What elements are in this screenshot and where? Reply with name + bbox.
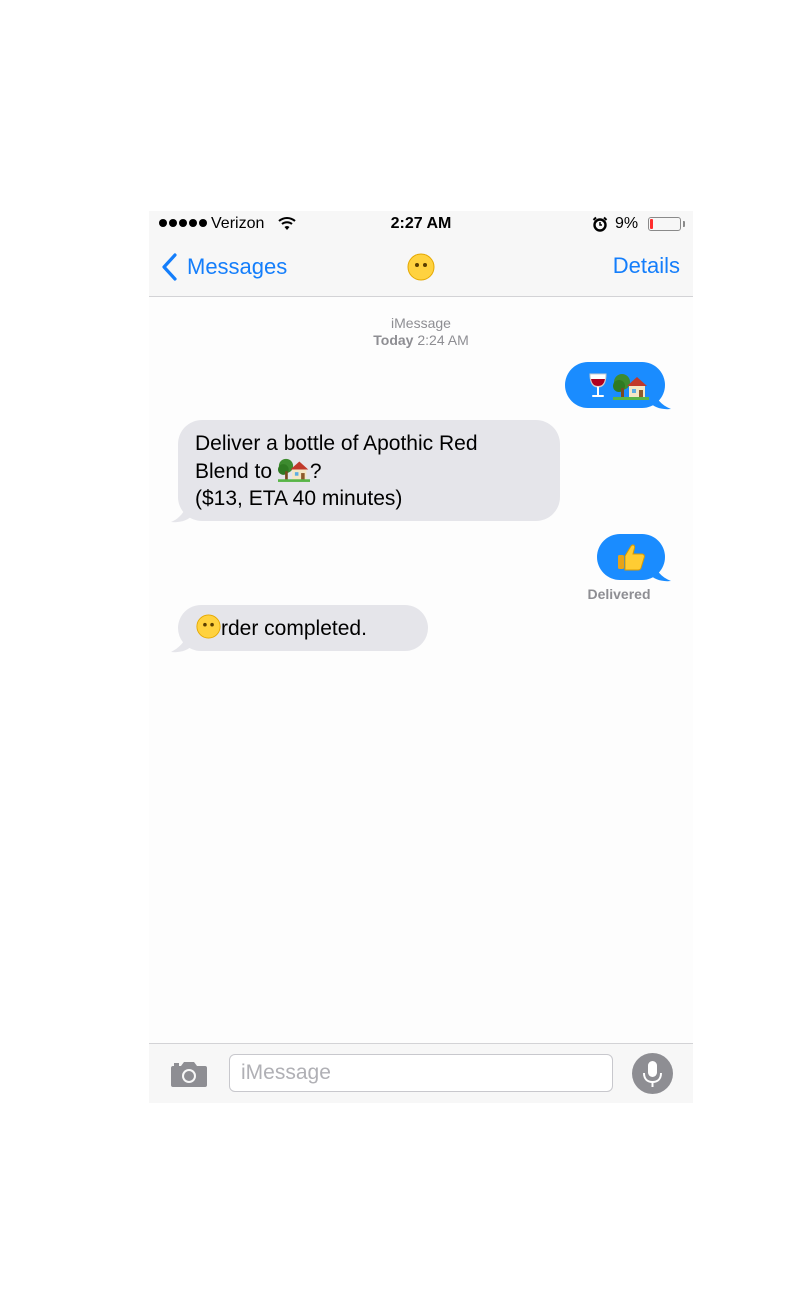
battery-percentage: 9%	[615, 215, 639, 232]
incoming-message-bubble[interactable]: Deliver a bottle of Apothic Red Blend to…	[178, 420, 560, 521]
incoming-message-bubble[interactable]: rder completed.	[178, 605, 428, 651]
message-text: Blend to	[195, 460, 278, 483]
house-with-garden-icon	[613, 374, 649, 400]
timestamp-time: 2:24 AM	[417, 332, 469, 348]
back-to-messages-button[interactable]: Messages	[159, 251, 287, 283]
message-text: ?	[309, 460, 322, 483]
navigation-bar: Messages Details	[149, 239, 693, 297]
smiley-face-icon[interactable]	[407, 253, 435, 281]
alarm-icon	[592, 216, 608, 232]
chevron-left-icon	[162, 253, 177, 281]
conversation-view[interactable]: iMessage Today 2:24 AM Deliver a bottle …	[149, 298, 693, 1043]
message-line: Blend to ?	[195, 457, 543, 485]
timestamp-day: Today	[373, 332, 414, 348]
message-line: Deliver a bottle of Apothic Red	[195, 432, 478, 455]
house-with-garden-icon	[277, 458, 310, 482]
battery-level-fill	[650, 219, 653, 229]
microphone-icon	[643, 1061, 662, 1087]
status-bar: Verizon 2:27 AM 9%	[149, 211, 693, 239]
messages-screen: Verizon 2:27 AM 9% Messages Details iMes…	[149, 211, 693, 1103]
wine-glass-icon	[589, 373, 607, 397]
microphone-button[interactable]	[632, 1053, 673, 1094]
details-button[interactable]: Details	[613, 253, 680, 279]
outgoing-message-bubble[interactable]	[565, 362, 665, 408]
conversation-timestamp: Today 2:24 AM	[149, 332, 693, 348]
camera-icon[interactable]	[170, 1060, 208, 1088]
emoji-row	[587, 372, 649, 400]
thumbs-up-icon	[618, 544, 645, 571]
message-input[interactable]	[229, 1054, 613, 1092]
battery-nub	[683, 221, 685, 227]
delivered-status: Delivered	[587, 586, 651, 602]
battery-icon	[648, 217, 681, 231]
service-label: iMessage	[391, 315, 451, 331]
back-button-label: Messages	[187, 254, 288, 279]
outgoing-message-bubble[interactable]	[597, 534, 665, 580]
message-input-bar	[149, 1043, 693, 1103]
message-text: rder completed.	[221, 617, 367, 640]
clock-time: 2:27 AM	[390, 215, 452, 232]
message-line: ($13, ETA 40 minutes)	[195, 487, 403, 510]
smiley-face-icon	[196, 614, 221, 639]
